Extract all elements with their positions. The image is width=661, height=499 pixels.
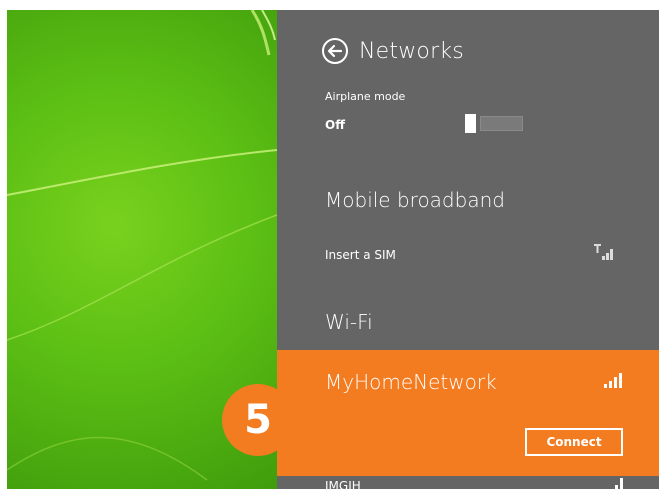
screen: Networks Airplane mode Off Mobile broadb… [7, 10, 659, 489]
network-name: JMGIH [325, 479, 361, 489]
wifi-signal-icon [615, 478, 623, 489]
airplane-mode-label: Airplane mode [325, 90, 406, 103]
connect-button[interactable]: Connect [525, 428, 623, 456]
page-title: Networks [359, 38, 464, 64]
toggle-track [480, 116, 523, 131]
airplane-mode-state: Off [325, 118, 345, 132]
back-arrow-circle-icon[interactable] [321, 37, 349, 65]
network-item-jmgih[interactable]: JMGIH [277, 476, 659, 489]
mobile-broadband-heading: Mobile broadband [325, 188, 505, 212]
network-item-myhomenetwork[interactable]: MyHomeNetwork Connect [277, 350, 659, 476]
step-number-badge: 5 [222, 384, 294, 456]
panel-header: Networks [321, 36, 464, 66]
network-name: MyHomeNetwork [325, 370, 497, 394]
wifi-heading: Wi-Fi [325, 310, 373, 334]
toggle-thumb [465, 114, 476, 133]
networks-panel: Networks Airplane mode Off Mobile broadb… [277, 10, 659, 489]
airplane-mode-toggle[interactable] [465, 114, 523, 133]
sim-status-label: Insert a SIM [325, 248, 396, 262]
wifi-signal-icon [604, 373, 622, 388]
no-sim-signal-icon [594, 244, 613, 260]
mobile-broadband-item[interactable]: Insert a SIM [277, 242, 659, 268]
